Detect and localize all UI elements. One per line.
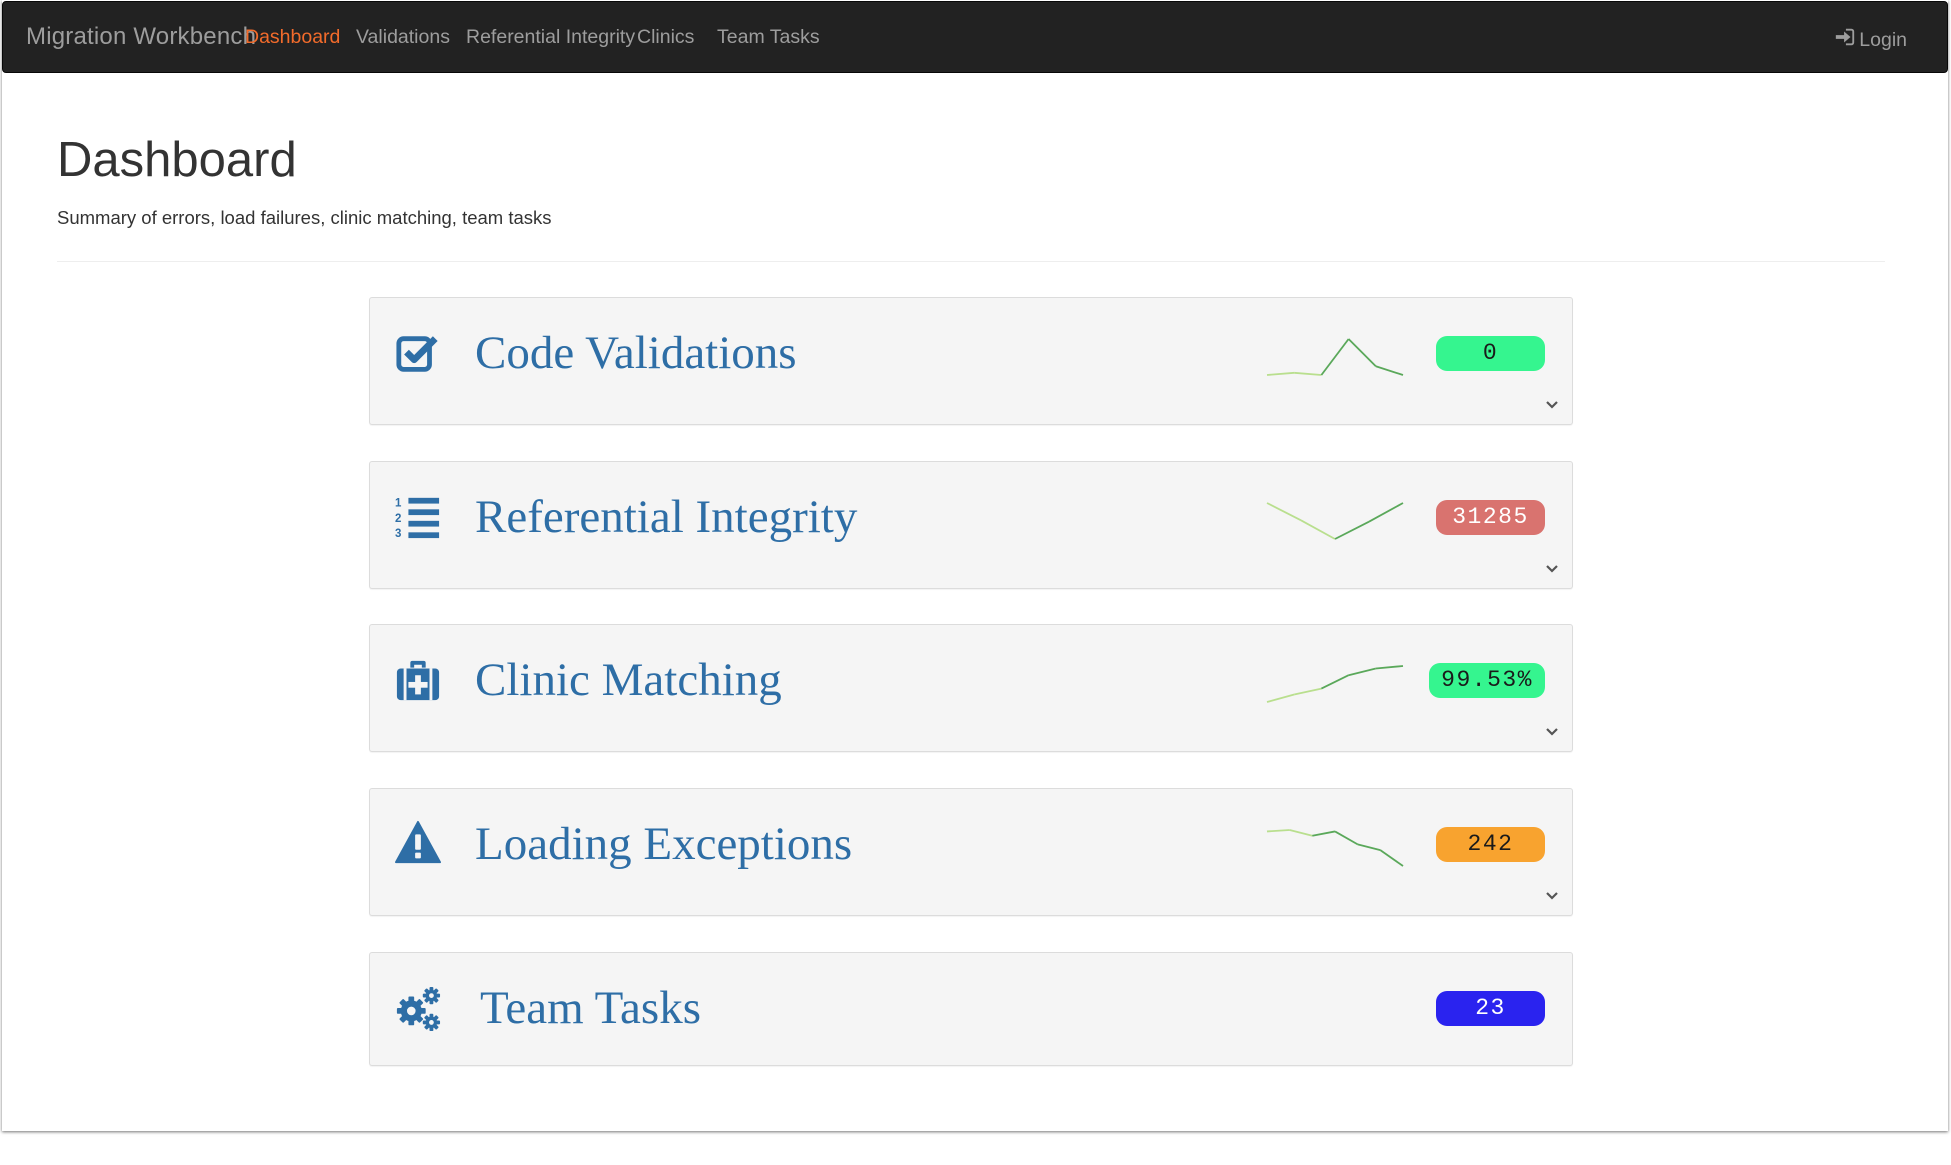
login-button[interactable]: Login bbox=[1834, 26, 1907, 54]
sparkline-segment bbox=[1266, 502, 1302, 522]
card-title: Team Tasks bbox=[480, 982, 701, 1034]
sparkline-chart bbox=[1266, 502, 1404, 540]
nav-validations[interactable]: Validations bbox=[356, 26, 450, 49]
card-title: Referential Integrity bbox=[475, 491, 858, 543]
sparkline-chart bbox=[1266, 665, 1404, 703]
sparkline-segment bbox=[1320, 338, 1350, 376]
sparkline-segment bbox=[1266, 371, 1295, 376]
sparkline-segment bbox=[1347, 338, 1377, 367]
sign-in-icon bbox=[1834, 26, 1856, 54]
sparkline-chart bbox=[1266, 338, 1404, 376]
sparkline-segment bbox=[1300, 519, 1336, 540]
sparkline-segment bbox=[1266, 693, 1295, 703]
count-badge: 0 bbox=[1436, 336, 1545, 371]
nav-clinics[interactable]: Clinics bbox=[637, 26, 694, 49]
page-subtitle: Summary of errors, load failures, clinic… bbox=[57, 207, 552, 228]
card-loading-exceptions[interactable]: Loading Exceptions 242 bbox=[369, 788, 1573, 916]
percent-badge: 99.53% bbox=[1429, 663, 1545, 698]
sparkline-segment bbox=[1312, 830, 1336, 837]
sparkline-segment bbox=[1266, 829, 1290, 833]
count-badge: 31285 bbox=[1436, 500, 1545, 535]
chevron-down-icon[interactable] bbox=[1545, 562, 1559, 576]
chevron-down-icon[interactable] bbox=[1545, 725, 1559, 739]
sparkline-segment bbox=[1321, 674, 1349, 690]
card-title: Clinic Matching bbox=[475, 654, 782, 706]
count-badge: 242 bbox=[1436, 827, 1545, 862]
brand-title[interactable]: Migration Workbench bbox=[26, 23, 256, 51]
cogs-icon bbox=[395, 986, 441, 1032]
sparkline-segment bbox=[1357, 843, 1381, 852]
sparkline-segment bbox=[1348, 667, 1377, 677]
sparkline-segment bbox=[1368, 502, 1404, 523]
sparkline-segment bbox=[1379, 849, 1404, 867]
nav-dashboard[interactable]: Dashboard bbox=[245, 26, 340, 49]
chevron-down-icon[interactable] bbox=[1545, 889, 1559, 903]
sparkline-chart bbox=[1266, 829, 1404, 867]
sparkline-segment bbox=[1334, 520, 1370, 540]
svg-text:3: 3 bbox=[395, 528, 401, 540]
warning-triangle-icon bbox=[395, 820, 441, 866]
card-title: Code Validations bbox=[475, 327, 797, 379]
card-team-tasks[interactable]: Team Tasks 23 bbox=[369, 952, 1573, 1066]
count-badge: 23 bbox=[1436, 991, 1545, 1026]
card-code-validations[interactable]: Code Validations 0 bbox=[369, 297, 1573, 425]
chevron-down-icon[interactable] bbox=[1545, 398, 1559, 412]
sparkline-segment bbox=[1289, 829, 1313, 837]
svg-text:2: 2 bbox=[395, 513, 401, 525]
page-title: Dashboard bbox=[57, 133, 297, 187]
login-label: Login bbox=[1859, 28, 1907, 51]
checkbox-checked-icon bbox=[395, 331, 441, 377]
sparkline-segment bbox=[1294, 687, 1322, 696]
medkit-icon bbox=[395, 658, 441, 704]
sparkline-segment bbox=[1375, 365, 1404, 376]
top-navbar: Migration Workbench Dashboard Validation… bbox=[2, 1, 1948, 73]
sparkline-segment bbox=[1375, 665, 1404, 670]
card-referential-integrity[interactable]: 1 2 3 Referential Integrity 31285 bbox=[369, 461, 1573, 589]
nav-referential-integrity[interactable]: Referential Integrity bbox=[466, 26, 635, 49]
header-divider bbox=[57, 261, 1885, 262]
sparkline-segment bbox=[1334, 830, 1359, 846]
card-title: Loading Exceptions bbox=[475, 818, 853, 870]
nav-team-tasks[interactable]: Team Tasks bbox=[717, 26, 820, 49]
numbered-list-icon: 1 2 3 bbox=[395, 494, 441, 540]
sparkline-segment bbox=[1294, 371, 1322, 376]
svg-text:1: 1 bbox=[395, 497, 402, 509]
card-clinic-matching[interactable]: Clinic Matching 99.53% bbox=[369, 624, 1573, 752]
